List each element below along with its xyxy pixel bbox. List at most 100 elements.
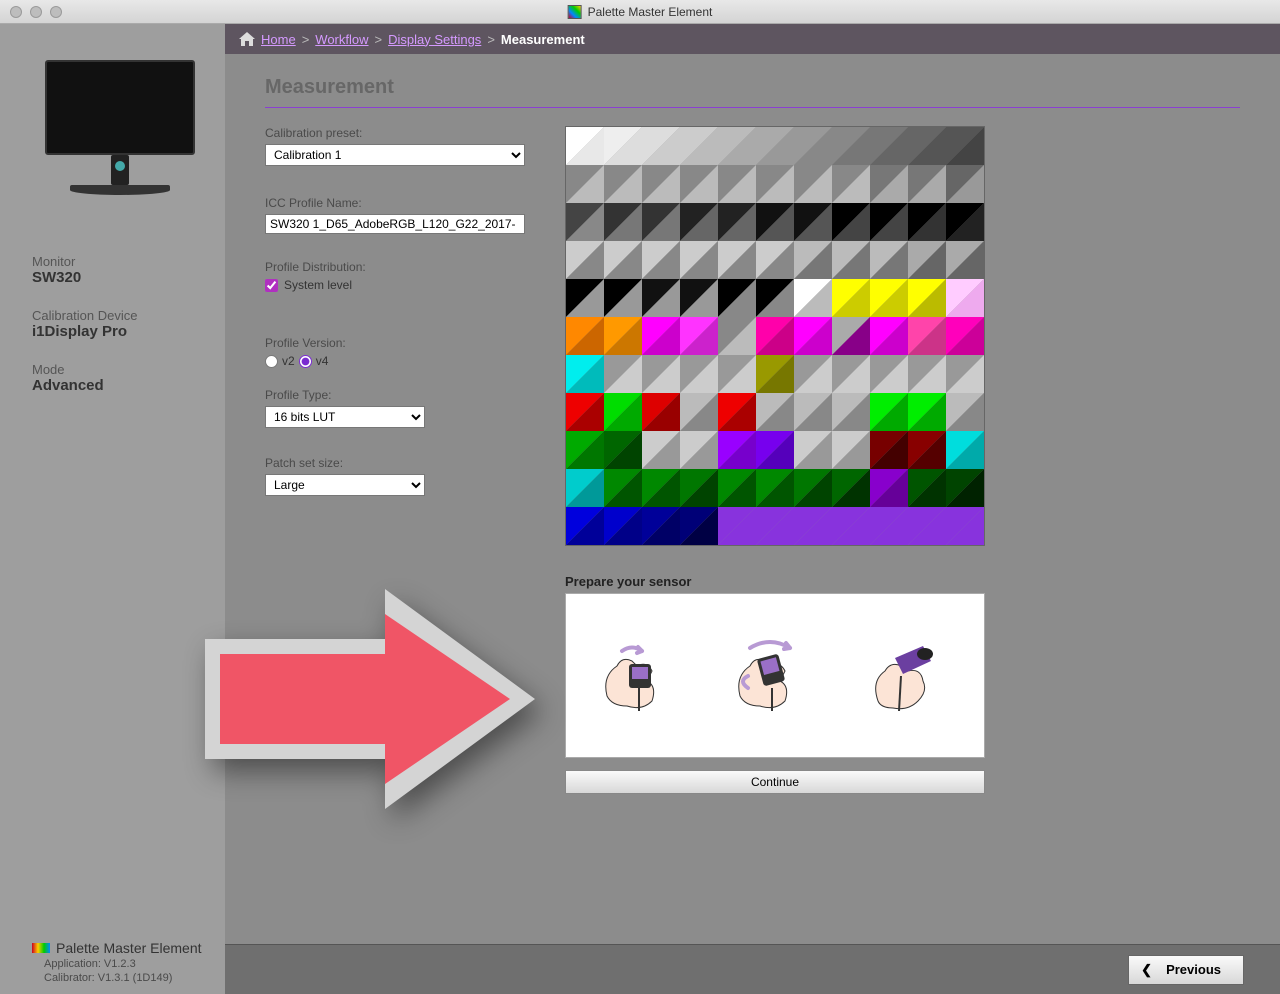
- preset-label: Calibration preset:: [265, 126, 535, 140]
- breadcrumb-current: Measurement: [501, 32, 585, 47]
- patch-cell: [870, 507, 908, 545]
- type-select[interactable]: 16 bits LUT: [265, 406, 425, 428]
- app-icon: [568, 5, 582, 19]
- patch-cell: [718, 165, 756, 203]
- patch-cell: [832, 127, 870, 165]
- patch-select[interactable]: Large: [265, 474, 425, 496]
- device-label: Calibration Device: [32, 308, 207, 323]
- patch-cell: [870, 317, 908, 355]
- monitor-value: SW320: [32, 269, 207, 286]
- titlebar: Palette Master Element: [0, 0, 1280, 24]
- patch-cell: [718, 355, 756, 393]
- window-title: Palette Master Element: [568, 5, 713, 19]
- patch-cell: [604, 469, 642, 507]
- patch-cell: [832, 165, 870, 203]
- patch-cell: [756, 127, 794, 165]
- patch-cell: [642, 203, 680, 241]
- patch-cell: [946, 203, 984, 241]
- v2-radio[interactable]: [265, 355, 278, 368]
- sensor-step-1: [587, 626, 697, 726]
- sensor-step-2: [720, 626, 830, 726]
- patch-cell: [604, 355, 642, 393]
- patch-label: Patch set size:: [265, 456, 535, 470]
- patch-cell: [642, 279, 680, 317]
- patch-cell: [794, 393, 832, 431]
- v4-label: v4: [316, 354, 329, 368]
- patch-cell: [642, 241, 680, 279]
- patch-cell: [870, 241, 908, 279]
- patch-cell: [832, 203, 870, 241]
- icc-input[interactable]: [265, 214, 525, 234]
- patch-cell: [756, 469, 794, 507]
- patch-cell: [756, 165, 794, 203]
- patch-cell: [642, 317, 680, 355]
- home-icon: [239, 32, 255, 46]
- patch-cell: [756, 317, 794, 355]
- window-controls[interactable]: [10, 6, 62, 18]
- patch-cell: [680, 203, 718, 241]
- patch-cell: [870, 165, 908, 203]
- patch-cell: [680, 317, 718, 355]
- patch-cell: [946, 507, 984, 545]
- patch-cell: [642, 355, 680, 393]
- patch-cell: [604, 165, 642, 203]
- patch-cell: [566, 127, 604, 165]
- breadcrumb-home[interactable]: Home: [261, 32, 296, 47]
- patch-cell: [870, 203, 908, 241]
- patch-cell: [908, 127, 946, 165]
- patch-cell: [680, 355, 718, 393]
- patch-cell: [794, 469, 832, 507]
- patch-cell: [870, 127, 908, 165]
- monitor-image: [40, 60, 200, 220]
- page-title: Measurement: [265, 76, 1240, 99]
- patch-cell: [642, 393, 680, 431]
- continue-button[interactable]: Continue: [565, 770, 985, 794]
- patch-cell: [946, 127, 984, 165]
- system-level-checkbox[interactable]: [265, 279, 278, 292]
- patch-cell: [908, 317, 946, 355]
- patch-cell: [832, 469, 870, 507]
- patch-cell: [604, 317, 642, 355]
- patch-cell: [832, 317, 870, 355]
- patch-cell: [604, 393, 642, 431]
- patch-cell: [566, 431, 604, 469]
- patch-cell: [908, 507, 946, 545]
- patch-cell: [642, 431, 680, 469]
- patch-cell: [832, 279, 870, 317]
- patch-grid: [565, 126, 985, 546]
- patch-cell: [756, 279, 794, 317]
- patch-cell: [794, 203, 832, 241]
- patch-cell: [718, 279, 756, 317]
- patch-cell: [604, 431, 642, 469]
- patch-cell: [794, 165, 832, 203]
- patch-cell: [680, 127, 718, 165]
- patch-cell: [718, 431, 756, 469]
- prepare-title: Prepare your sensor: [565, 574, 1240, 589]
- patch-cell: [566, 507, 604, 545]
- v4-radio[interactable]: [299, 355, 312, 368]
- patch-cell: [756, 355, 794, 393]
- patch-cell: [908, 203, 946, 241]
- previous-label: Previous: [1166, 962, 1221, 977]
- patch-cell: [794, 317, 832, 355]
- monitor-label: Monitor: [32, 254, 207, 269]
- patch-cell: [870, 355, 908, 393]
- patch-cell: [946, 355, 984, 393]
- patch-cell: [718, 469, 756, 507]
- patch-cell: [566, 469, 604, 507]
- patch-cell: [832, 393, 870, 431]
- breadcrumb-display[interactable]: Display Settings: [388, 32, 481, 47]
- patch-cell: [832, 241, 870, 279]
- patch-cell: [794, 241, 832, 279]
- breadcrumb-workflow[interactable]: Workflow: [315, 32, 368, 47]
- preset-select[interactable]: Calibration 1: [265, 144, 525, 166]
- patch-cell: [680, 241, 718, 279]
- patch-cell: [870, 469, 908, 507]
- footer-app-version: Application: V1.2.3: [44, 958, 207, 970]
- patch-cell: [642, 507, 680, 545]
- previous-button[interactable]: ❮ Previous: [1128, 955, 1244, 985]
- system-level-label: System level: [284, 278, 352, 292]
- patch-cell: [870, 393, 908, 431]
- patch-cell: [718, 317, 756, 355]
- sensor-step-3: [853, 626, 963, 726]
